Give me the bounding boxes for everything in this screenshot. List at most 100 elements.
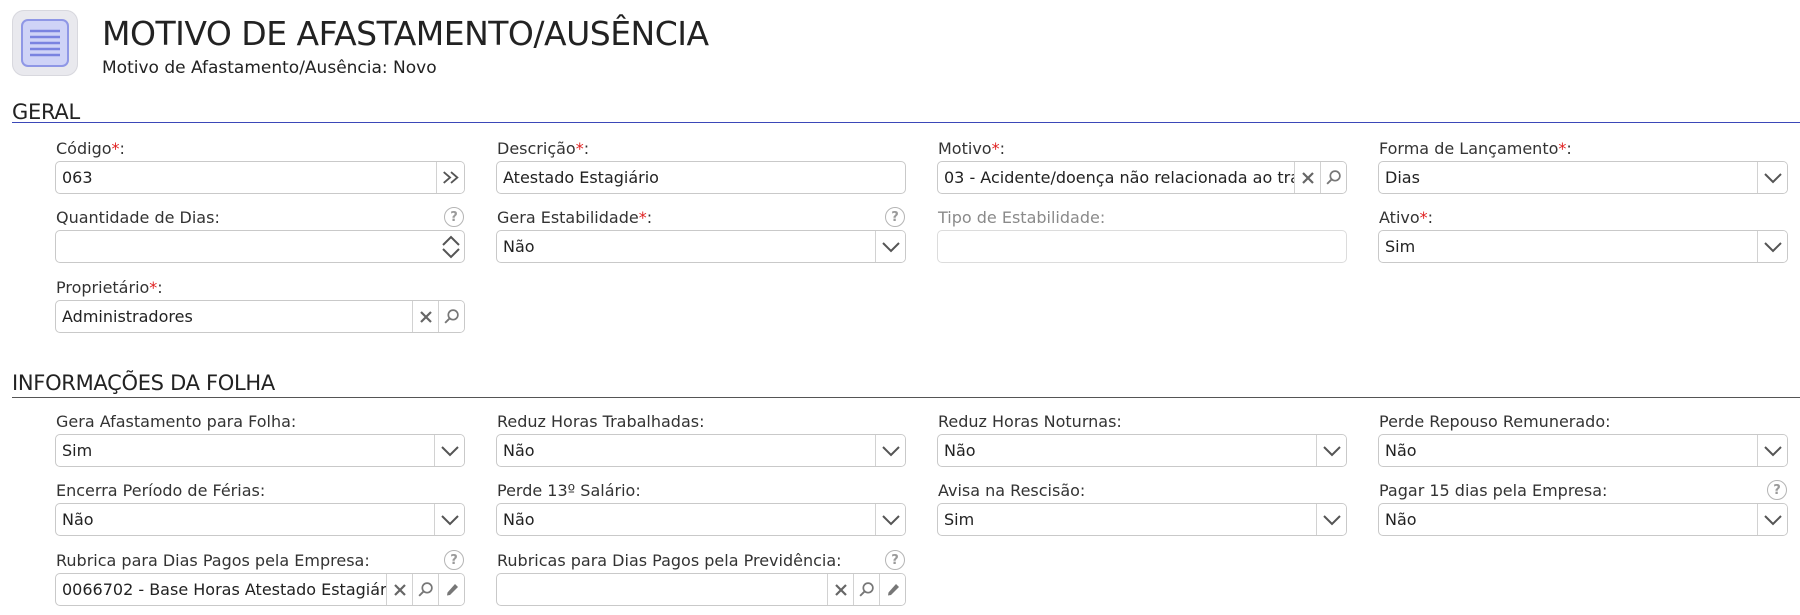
proprietario-field[interactable]: Administradores bbox=[55, 300, 465, 333]
search-icon bbox=[417, 581, 434, 598]
codigo-value: 063 bbox=[62, 168, 93, 187]
reduz-horas-noturnas-dropdown[interactable] bbox=[1316, 435, 1346, 466]
perde-13-label: Perde 13º Salário: bbox=[497, 481, 641, 500]
encerra-ferias-dropdown[interactable] bbox=[434, 504, 464, 535]
encerra-ferias-select[interactable]: Não bbox=[55, 503, 465, 536]
rubrica-empresa-search-button[interactable] bbox=[412, 574, 438, 605]
forma-lancamento-label: Forma de Lançamento*: bbox=[1379, 139, 1572, 158]
rubricas-previdencia-help-icon[interactable]: ? bbox=[885, 550, 905, 570]
encerra-ferias-label: Encerra Período de Férias: bbox=[56, 481, 266, 500]
pagar-15-dias-value: Não bbox=[1385, 510, 1417, 529]
chevron-down-icon bbox=[881, 445, 901, 457]
pagar-15-dias-dropdown[interactable] bbox=[1757, 504, 1787, 535]
page-title: MOTIVO DE AFASTAMENTO/AUSÊNCIA bbox=[102, 14, 709, 53]
reduz-horas-trabalhadas-select[interactable]: Não bbox=[496, 434, 906, 467]
pagar-15-dias-help-icon[interactable]: ? bbox=[1767, 480, 1787, 500]
avisa-rescisao-dropdown[interactable] bbox=[1316, 504, 1346, 535]
quantidade-dias-label: Quantidade de Dias: bbox=[56, 208, 220, 227]
search-icon bbox=[858, 581, 875, 598]
rubricas-previdencia-edit-button[interactable] bbox=[879, 574, 905, 605]
clear-icon bbox=[393, 583, 407, 597]
proprietario-clear-button[interactable] bbox=[412, 301, 438, 332]
chevron-down-icon bbox=[1322, 445, 1342, 457]
reduz-horas-trabalhadas-value: Não bbox=[503, 441, 535, 460]
forma-lancamento-value: Dias bbox=[1385, 168, 1420, 187]
reduz-horas-trabalhadas-label: Reduz Horas Trabalhadas: bbox=[497, 412, 705, 431]
codigo-field[interactable]: 063 bbox=[55, 161, 465, 194]
ativo-dropdown[interactable] bbox=[1757, 231, 1787, 262]
rubrica-empresa-field[interactable]: 0066702 - Base Horas Atestado Estagiário bbox=[55, 573, 465, 606]
chevron-down-icon bbox=[1763, 241, 1783, 253]
proprietario-value: Administradores bbox=[62, 307, 193, 326]
decrement-icon[interactable] bbox=[441, 247, 461, 259]
motivo-label: Motivo*: bbox=[938, 139, 1005, 158]
gera-afastamento-label: Gera Afastamento para Folha: bbox=[56, 412, 297, 431]
descricao-field[interactable]: Atestado Estagiário bbox=[496, 161, 906, 194]
motivo-field[interactable]: 03 - Acidente/doença não relacionada ao … bbox=[937, 161, 1347, 194]
chevron-down-icon bbox=[1322, 514, 1342, 526]
reduz-horas-noturnas-select[interactable]: Não bbox=[937, 434, 1347, 467]
motivo-value: 03 - Acidente/doença não relacionada ao … bbox=[944, 168, 1299, 187]
clear-icon bbox=[1301, 171, 1315, 185]
perde-repouso-select[interactable]: Não bbox=[1378, 434, 1788, 467]
gera-afastamento-dropdown[interactable] bbox=[434, 435, 464, 466]
quantidade-dias-stepper[interactable] bbox=[438, 231, 464, 262]
quantidade-dias-field[interactable] bbox=[55, 230, 465, 263]
gera-estabilidade-select[interactable]: Não bbox=[496, 230, 906, 263]
search-icon bbox=[1325, 169, 1342, 186]
section-title-geral: GERAL bbox=[12, 100, 80, 124]
perde-repouso-label: Perde Repouso Remunerado: bbox=[1379, 412, 1611, 431]
perde-13-select[interactable]: Não bbox=[496, 503, 906, 536]
chevron-down-icon bbox=[881, 241, 901, 253]
chevron-down-icon bbox=[1763, 445, 1783, 457]
section-divider-geral bbox=[12, 122, 1800, 123]
ativo-label: Ativo*: bbox=[1379, 208, 1434, 227]
pagar-15-dias-select[interactable]: Não bbox=[1378, 503, 1788, 536]
tipo-estabilidade-label: Tipo de Estabilidade: bbox=[938, 208, 1106, 227]
motivo-search-button[interactable] bbox=[1320, 162, 1346, 193]
perde-13-dropdown[interactable] bbox=[875, 504, 905, 535]
perde-repouso-dropdown[interactable] bbox=[1757, 435, 1787, 466]
rubricas-previdencia-label: Rubricas para Dias Pagos pela Previdênci… bbox=[497, 551, 842, 570]
next-code-button[interactable] bbox=[436, 162, 464, 193]
forma-lancamento-dropdown[interactable] bbox=[1757, 162, 1787, 193]
tipo-estabilidade-field bbox=[937, 230, 1347, 263]
rubrica-empresa-help-icon[interactable]: ? bbox=[444, 550, 464, 570]
increment-icon[interactable] bbox=[441, 235, 461, 247]
reduz-horas-trabalhadas-dropdown[interactable] bbox=[875, 435, 905, 466]
rubricas-previdencia-clear-button[interactable] bbox=[827, 574, 853, 605]
motivo-clear-button[interactable] bbox=[1294, 162, 1320, 193]
page-header: MOTIVO DE AFASTAMENTO/AUSÊNCIA Motivo de… bbox=[12, 10, 1792, 80]
chevron-down-icon bbox=[1763, 514, 1783, 526]
proprietario-label: Proprietário*: bbox=[56, 278, 163, 297]
gera-estabilidade-help-icon[interactable]: ? bbox=[885, 207, 905, 227]
chevron-down-icon bbox=[1763, 172, 1783, 184]
section-title-folha: INFORMAÇÕES DA FOLHA bbox=[12, 371, 275, 395]
pagar-15-dias-label: Pagar 15 dias pela Empresa: bbox=[1379, 481, 1608, 500]
clear-icon bbox=[419, 310, 433, 324]
proprietario-search-button[interactable] bbox=[438, 301, 464, 332]
chevron-down-icon bbox=[440, 514, 460, 526]
rubrica-empresa-edit-button[interactable] bbox=[438, 574, 464, 605]
rubrica-empresa-label: Rubrica para Dias Pagos pela Empresa: bbox=[56, 551, 370, 570]
quantidade-dias-help-icon[interactable]: ? bbox=[444, 207, 464, 227]
gera-estabilidade-value: Não bbox=[503, 237, 535, 256]
encerra-ferias-value: Não bbox=[62, 510, 94, 529]
perde-repouso-value: Não bbox=[1385, 441, 1417, 460]
rubrica-empresa-value: 0066702 - Base Horas Atestado Estagiário bbox=[62, 580, 390, 599]
pencil-icon bbox=[885, 582, 901, 598]
search-icon bbox=[443, 308, 460, 325]
ativo-value: Sim bbox=[1385, 237, 1416, 256]
gera-estabilidade-dropdown[interactable] bbox=[875, 231, 905, 262]
avisa-rescisao-select[interactable]: Sim bbox=[937, 503, 1347, 536]
double-chevron-right-icon bbox=[441, 170, 461, 185]
gera-afastamento-select[interactable]: Sim bbox=[55, 434, 465, 467]
ativo-select[interactable]: Sim bbox=[1378, 230, 1788, 263]
avisa-rescisao-value: Sim bbox=[944, 510, 975, 529]
rubricas-previdencia-search-button[interactable] bbox=[853, 574, 879, 605]
rubricas-previdencia-field[interactable] bbox=[496, 573, 906, 606]
rubrica-empresa-clear-button[interactable] bbox=[386, 574, 412, 605]
chevron-down-icon bbox=[440, 445, 460, 457]
page-subtitle: Motivo de Afastamento/Ausência: Novo bbox=[102, 58, 437, 78]
forma-lancamento-select[interactable]: Dias bbox=[1378, 161, 1788, 194]
